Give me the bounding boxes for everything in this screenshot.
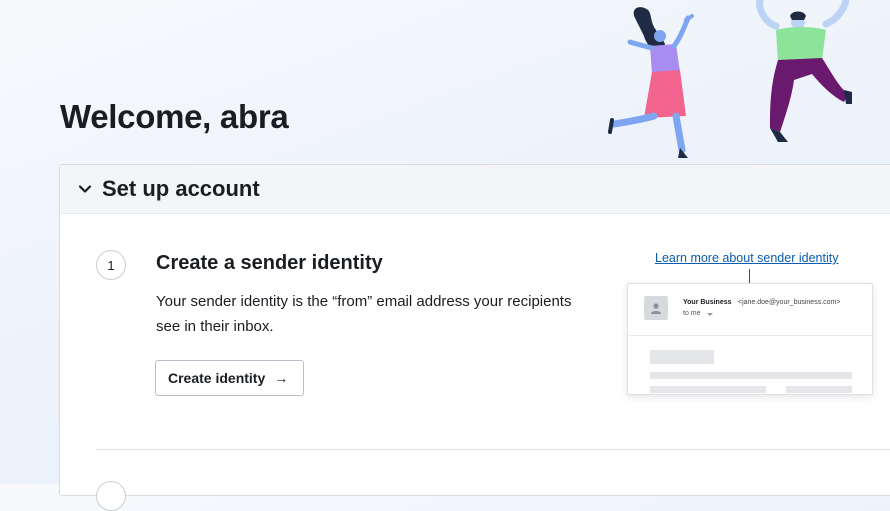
step-title: Create a sender identity (156, 252, 383, 274)
setup-account-panel: Set up account 1 Create a sender identit… (59, 164, 890, 511)
placeholder-bar (650, 372, 852, 379)
preview-recipient: to me (683, 310, 701, 317)
divider (96, 449, 890, 450)
arrow-right-icon: → (274, 370, 289, 386)
create-identity-button[interactable]: Create identity → (155, 360, 304, 396)
step-number-badge: 1 (96, 250, 126, 280)
man-figure (756, 0, 852, 142)
setup-account-title: Set up account (102, 176, 260, 201)
setup-account-header[interactable]: Set up account (60, 165, 890, 214)
placeholder-bar (786, 386, 852, 393)
celebration-illustration (608, 0, 852, 158)
preview-sender-email: <jane.doe@your_business.com> (738, 299, 841, 306)
preview-sender-name: Your Business (683, 299, 732, 306)
step-number-badge (96, 481, 126, 511)
placeholder-bar (650, 386, 766, 393)
woman-figure (608, 7, 694, 158)
email-preview-illustration: Your Business <jane.doe@your_business.co… (627, 283, 873, 395)
chevron-down-icon[interactable] (76, 180, 94, 198)
step-description: Your sender identity is the “from” email… (156, 293, 572, 335)
placeholder-bar (650, 350, 714, 364)
page-title: Welcome, abra (60, 98, 289, 135)
avatar (644, 296, 668, 320)
create-identity-label: Create identity (168, 370, 266, 386)
caret-down-icon (707, 313, 713, 316)
learn-more-sender-identity-link[interactable]: Learn more about sender identity (655, 251, 838, 265)
person-icon (651, 303, 661, 314)
divider (628, 335, 872, 336)
